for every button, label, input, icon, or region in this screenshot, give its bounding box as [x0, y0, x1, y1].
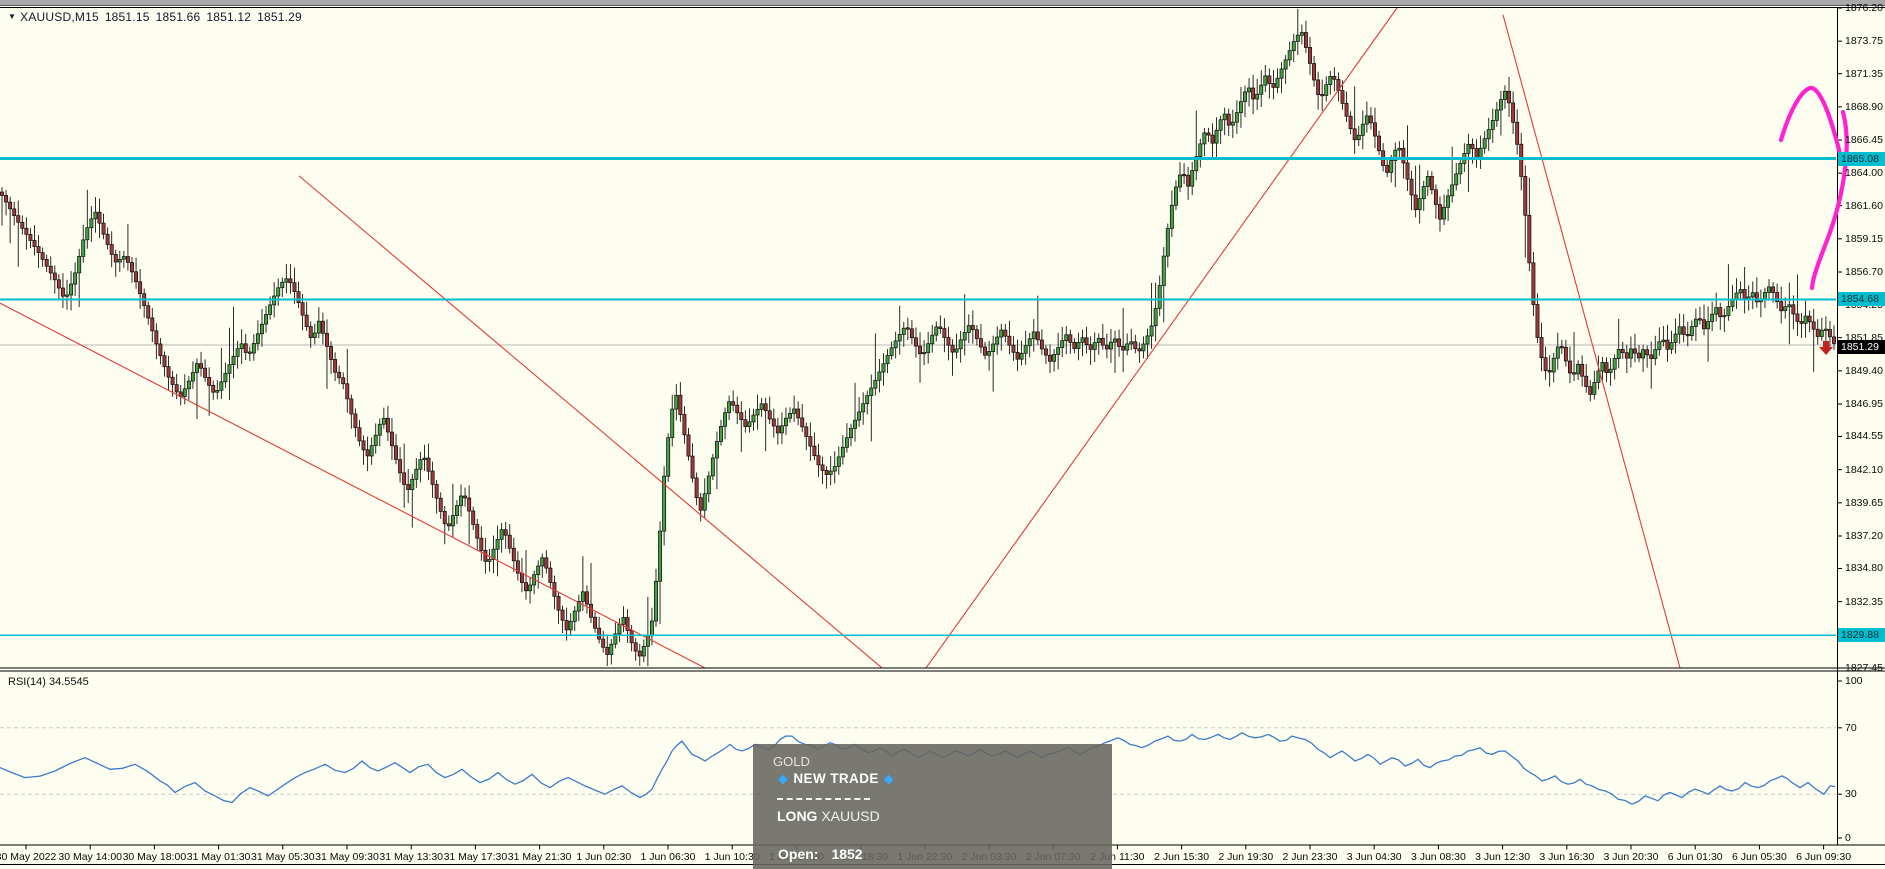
time-axis-label: 6 Jun 01:30: [1667, 851, 1723, 863]
price-axis-label: 1868.90: [1845, 100, 1883, 113]
tick-down-arrow: [1819, 341, 1833, 355]
time-axis-label: 31 May 13:30: [379, 851, 444, 863]
trading-terminal-window: ▼ XAUUSD,M15 1851.15 1851.66 1851.12 1851.29 …: [0, 0, 1885, 869]
time-axis-label: 3 Jun 16:30: [1539, 851, 1595, 863]
price-axis-label: 1873.75: [1845, 35, 1883, 48]
price-axis-label: 1827.45: [1845, 661, 1883, 674]
diamond-icon: ◆: [883, 771, 895, 786]
price-axis-label: 1849.40: [1845, 364, 1883, 377]
time-axis-label: 3 Jun 08:30: [1410, 851, 1466, 863]
level-price-label: 1829.88: [1838, 628, 1885, 643]
price-axis-label: 1844.55: [1845, 430, 1883, 443]
price-axis-label: 1839.65: [1845, 496, 1883, 509]
time-axis-label: 6 Jun 09:30: [1796, 851, 1852, 863]
price-axis-label: 1866.45: [1845, 133, 1883, 146]
time-axis-label: 31 May 05:30: [250, 851, 315, 863]
trade-panel-title: GOLD: [773, 754, 810, 769]
rsi-axis-label: 70: [1845, 721, 1857, 734]
price-axis-label: 1871.35: [1845, 67, 1883, 80]
price-axis-label: 1859.15: [1845, 232, 1883, 245]
time-axis-label: 3 Jun 04:30: [1346, 851, 1402, 863]
rsi-axis-label: 0: [1845, 832, 1851, 844]
trade-open-row: Open: 1852: [778, 846, 863, 862]
trendline-down: [0, 302, 706, 669]
price-axis[interactable]: 1876.20 1873.75 1871.35 1868.90 1866.45 1864.…: [1838, 0, 1885, 845]
trade-direction: LONG XAUUSD: [777, 808, 880, 824]
time-axis-label: 31 May 17:30: [443, 851, 508, 863]
time-axis-label: 31 May 21:30: [507, 851, 572, 863]
level-price-label: 1865.08: [1838, 151, 1885, 166]
symbol-dropdown-icon[interactable]: ▼: [8, 12, 16, 21]
time-axis-label: 1 Jun 10:30: [704, 851, 760, 863]
ohlc-high: 1851.66: [155, 10, 201, 24]
bid-price-label: 1851.29: [1838, 340, 1885, 355]
time-axis-label: 2 Jun 19:30: [1218, 851, 1274, 863]
price-axis-label: 1837.20: [1845, 529, 1883, 542]
time-axis-label: 30 May 18:00: [122, 851, 187, 863]
new-trade-label: NEW TRADE: [793, 771, 879, 786]
price-axis-label: 1834.80: [1845, 562, 1883, 575]
drawn-up-arrow: [1778, 85, 1849, 291]
candlestick-series: [0, 9, 1836, 666]
time-axis-label: 2 Jun 15:30: [1154, 851, 1210, 863]
panel-dashed-divider: [777, 798, 870, 800]
time-axis-label: 31 May 01:30: [186, 851, 251, 863]
chart-canvas[interactable]: [0, 0, 1885, 869]
time-axis-label: 1 Jun 02:30: [576, 851, 632, 863]
trade-signal-panel: GOLD ◆ NEW TRADE ◆ LONG XAUUSD Open: 1852: [753, 744, 1112, 869]
level-price-label: 1854.68: [1838, 292, 1885, 307]
rsi-axis-label: 100: [1845, 675, 1863, 687]
price-axis-label: 1856.70: [1845, 265, 1883, 278]
time-axis-label: 3 Jun 12:30: [1475, 851, 1531, 863]
time-axis-label: 2 Jun 23:30: [1282, 851, 1338, 863]
price-axis-label: 1864.00: [1845, 167, 1883, 180]
ohlc-open: 1851.15: [104, 10, 150, 24]
time-axis-label: 31 May 09:30: [315, 851, 379, 863]
time-axis-label: 3 Jun 20:30: [1603, 851, 1659, 863]
price-axis-label: 1842.10: [1845, 463, 1883, 476]
rsi-axis-label: 30: [1845, 788, 1857, 801]
price-axis-label: 1861.60: [1845, 199, 1883, 212]
time-axis-label: 30 May 2022: [0, 851, 57, 863]
symbol-header: ▼ XAUUSD,M15 1851.15 1851.66 1851.12 1851.29: [8, 10, 308, 24]
ohlc-low: 1851.12: [206, 10, 252, 24]
trendline-down: [1502, 14, 1681, 669]
price-axis-label: 1846.95: [1845, 397, 1883, 410]
rsi-indicator-label: RSI(14) 34.5545: [8, 676, 89, 688]
diamond-icon: ◆: [778, 771, 789, 786]
ohlc-close: 1851.29: [257, 10, 302, 24]
time-axis-label: 1 Jun 06:30: [640, 851, 696, 863]
price-axis-label: 1876.20: [1845, 2, 1883, 14]
price-axis-label: 1832.35: [1845, 595, 1883, 608]
new-trade-row: ◆ NEW TRADE ◆: [773, 771, 899, 787]
time-axis-label: 6 Jun 05:30: [1731, 851, 1787, 863]
symbol-name: XAUUSD,M15: [20, 10, 99, 24]
time-axis-label: 30 May 14:00: [58, 851, 123, 863]
